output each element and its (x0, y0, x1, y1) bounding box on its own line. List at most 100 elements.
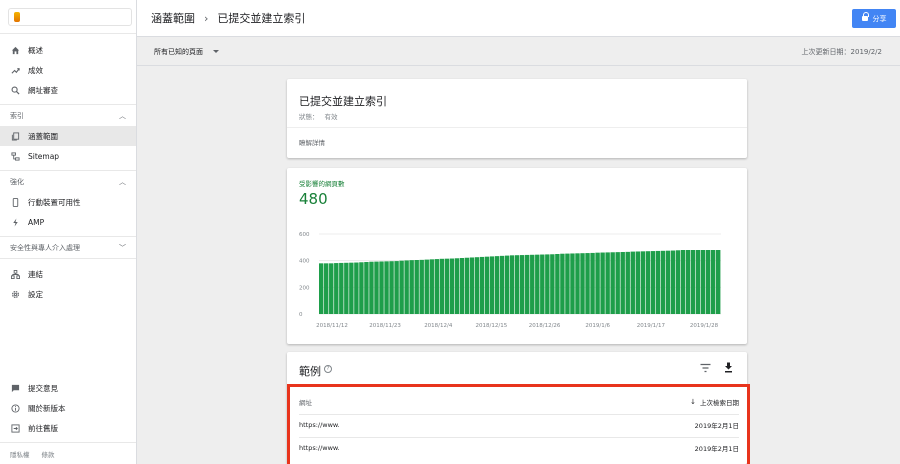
chart-bar[interactable] (595, 252, 600, 314)
sidebar-item-amp[interactable]: AMP (0, 212, 136, 232)
chart-bar[interactable] (705, 250, 711, 314)
chart-bar[interactable] (600, 252, 605, 314)
chart-bar[interactable] (344, 262, 349, 314)
chart-bar[interactable] (329, 263, 334, 314)
chart-bar[interactable] (339, 262, 344, 314)
property-selector[interactable] (8, 7, 132, 26)
chart-bar[interactable] (399, 260, 404, 314)
chart-bar[interactable] (675, 250, 681, 314)
chart-bar[interactable] (334, 263, 339, 314)
help-icon[interactable]: ? (324, 365, 332, 373)
chart-bar[interactable] (685, 250, 691, 314)
chart-bar[interactable] (374, 261, 379, 314)
chart-bar[interactable] (369, 261, 374, 314)
chart-bar[interactable] (389, 261, 394, 314)
chart-bar[interactable] (635, 251, 640, 314)
chart-bar[interactable] (364, 262, 369, 314)
chart-bar[interactable] (655, 250, 661, 314)
chart-bar[interactable] (454, 258, 460, 314)
chart-bar[interactable] (665, 250, 671, 314)
learn-more-link[interactable]: 瞭解詳情 (299, 137, 325, 147)
chart-bar[interactable] (474, 257, 480, 314)
sidebar-section-security[interactable]: 安全性與專人介入處理 ﹀ (0, 236, 136, 258)
chart-bar[interactable] (479, 256, 485, 314)
chart-bar[interactable] (660, 250, 666, 314)
chart-bar[interactable] (545, 254, 550, 314)
chart-bar[interactable] (359, 262, 364, 314)
chart-bar[interactable] (615, 252, 620, 314)
chart-bar[interactable] (494, 256, 500, 314)
pages-chart[interactable]: 600 400 200 0 2018/11/12 2018/11/23 2018/12/4 2… (287, 226, 747, 336)
chart-bar[interactable] (690, 250, 696, 314)
chart-bar[interactable] (319, 263, 324, 314)
sidebar-item-mobile-usability[interactable]: 行動裝置可用性 (0, 192, 136, 212)
chart-bar[interactable] (409, 260, 414, 314)
chart-bar[interactable] (680, 250, 686, 314)
chart-bar[interactable] (575, 253, 580, 314)
chart-bar[interactable] (379, 261, 384, 314)
sidebar-section-index[interactable]: 索引 ︿ (0, 104, 136, 126)
chart-bar[interactable] (620, 252, 625, 314)
sidebar-section-enhancements[interactable]: 強化 ︿ (0, 170, 136, 192)
chart-bar[interactable] (645, 251, 651, 314)
page-filter-dropdown[interactable]: 所有已知的頁面 (154, 47, 203, 57)
chart-bar[interactable] (710, 250, 716, 314)
chart-bar[interactable] (630, 251, 635, 314)
chart-bar[interactable] (530, 254, 535, 314)
sidebar-item-overview[interactable]: 概述 (0, 40, 136, 60)
chart-bar[interactable] (434, 259, 439, 314)
sidebar-item-sitemap[interactable]: Sitemap (0, 146, 136, 166)
sidebar-item-old-version[interactable]: 前往舊版 (0, 418, 136, 438)
chart-bar[interactable] (499, 255, 505, 314)
chart-bar[interactable] (570, 253, 575, 314)
share-button[interactable]: 分享 (852, 9, 896, 28)
chart-bar[interactable] (640, 251, 646, 314)
chart-bar[interactable] (590, 252, 595, 314)
chart-bar[interactable] (469, 257, 475, 314)
chart-bar[interactable] (560, 253, 565, 314)
filter-icon[interactable] (700, 363, 711, 373)
chart-bar[interactable] (414, 260, 419, 314)
chart-bar[interactable] (550, 254, 555, 314)
sidebar-item-coverage[interactable]: 涵蓋範圍 (0, 126, 136, 146)
chart-bar[interactable] (670, 250, 676, 314)
dropdown-arrow-icon[interactable] (213, 50, 219, 53)
chart-bar[interactable] (650, 251, 656, 314)
chart-bar[interactable] (580, 253, 585, 314)
privacy-link[interactable]: 隱私權 (10, 449, 30, 459)
chart-bar[interactable] (520, 255, 525, 314)
chart-bar[interactable] (585, 253, 590, 314)
chart-bar[interactable] (484, 256, 490, 314)
chart-bar[interactable] (525, 254, 530, 314)
sidebar-item-url-inspection[interactable]: 網址審查 (0, 80, 136, 100)
chart-bar[interactable] (429, 259, 434, 314)
chart-bar[interactable] (625, 251, 630, 314)
sidebar-item-settings[interactable]: 設定 (0, 284, 136, 304)
chart-bar[interactable] (605, 252, 610, 314)
chart-bar[interactable] (504, 255, 510, 314)
chart-bar[interactable] (424, 259, 429, 314)
chart-bar[interactable] (555, 254, 560, 314)
chart-bar[interactable] (439, 258, 445, 314)
download-icon[interactable] (724, 362, 733, 373)
sidebar-item-about-new-version[interactable]: 關於新版本 (0, 398, 136, 418)
chart-bar[interactable] (419, 259, 424, 314)
chart-bar[interactable] (610, 252, 615, 314)
chart-bar[interactable] (384, 261, 389, 314)
chart-bar[interactable] (514, 255, 520, 314)
chart-bar[interactable] (535, 254, 540, 314)
terms-link[interactable]: 條款 (42, 449, 55, 459)
sidebar-item-feedback[interactable]: 提交意見 (0, 378, 136, 398)
chart-bar[interactable] (394, 261, 399, 314)
chart-bar[interactable] (349, 262, 354, 314)
chart-bar[interactable] (540, 254, 545, 314)
chart-bar[interactable] (444, 258, 450, 314)
chart-bar[interactable] (715, 250, 721, 314)
chart-bar[interactable] (464, 257, 470, 314)
chart-bar[interactable] (354, 262, 359, 314)
chart-bar[interactable] (489, 256, 495, 314)
sidebar-item-performance[interactable]: 成效 (0, 60, 136, 80)
chart-bar[interactable] (509, 255, 515, 314)
sidebar-item-links[interactable]: 連結 (0, 264, 136, 284)
chart-bar[interactable] (565, 253, 570, 314)
